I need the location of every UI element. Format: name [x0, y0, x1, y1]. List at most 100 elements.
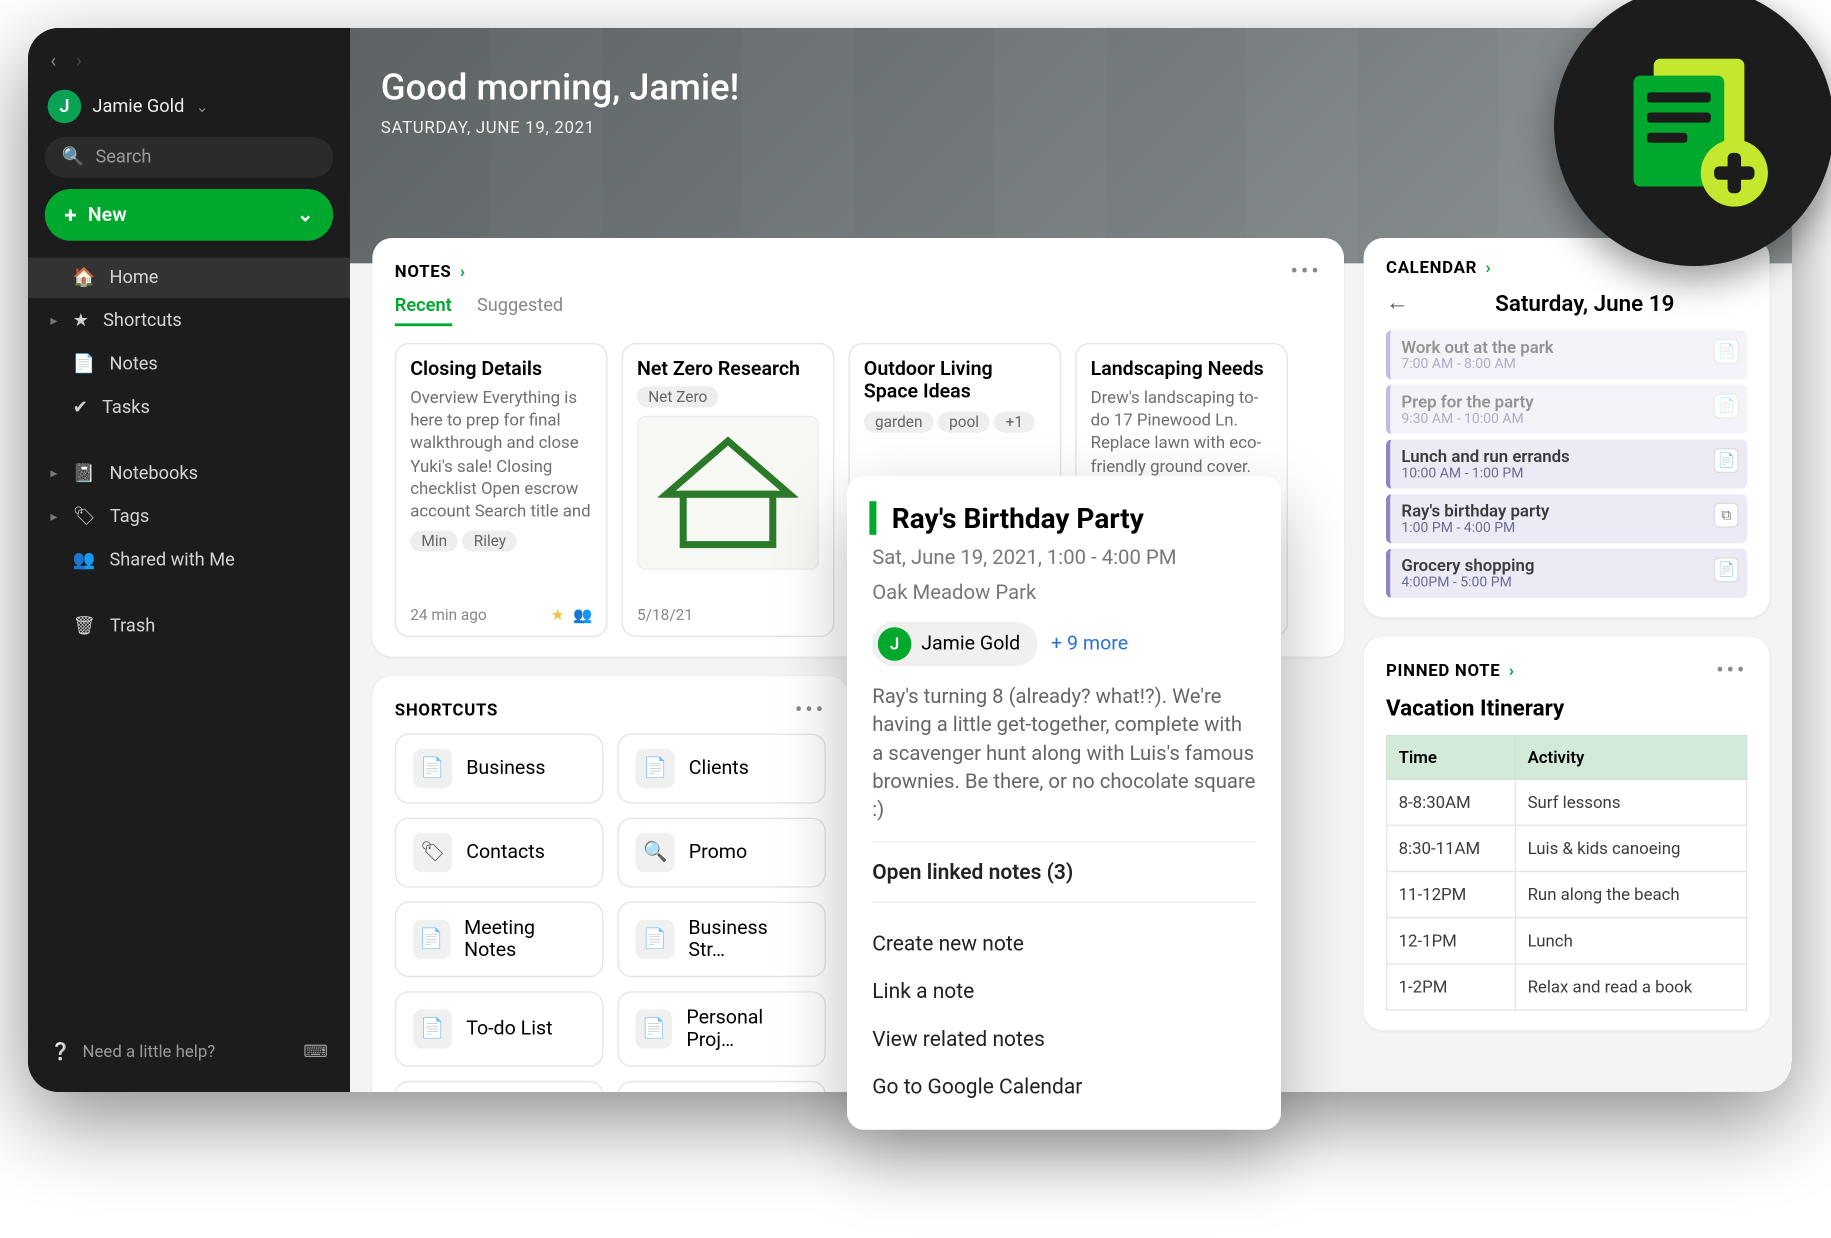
more-attendees-link[interactable]: + 9 more	[1051, 633, 1128, 655]
pinned-note-title: Vacation Itinerary	[1386, 694, 1747, 721]
popup-action[interactable]: View related notes	[872, 1016, 1256, 1064]
popup-action[interactable]: Go to Google Calendar	[872, 1063, 1256, 1111]
shortcut-item[interactable]: 🏷 Contacts	[395, 818, 604, 888]
calendar-event[interactable]: Ray's birthday party1:00 PM - 4:00 PM⧉	[1386, 494, 1747, 543]
tag-icon: 🏷	[413, 833, 452, 872]
chevron-right-icon: ›	[1485, 258, 1491, 278]
calendar-date: Saturday, June 19	[1422, 289, 1747, 316]
event-time: 9:30 AM - 10:00 AM	[1401, 412, 1736, 427]
calendar-back-icon[interactable]: ←	[1386, 288, 1408, 316]
shortcuts-title: SHORTCUTS	[395, 699, 498, 719]
shortcut-item[interactable]: 📄To-do List	[395, 991, 604, 1067]
open-linked-notes-button[interactable]: Open linked notes (3)	[872, 860, 1256, 885]
tab-recent[interactable]: Recent	[395, 295, 452, 326]
event-popup: Ray's Birthday Party Sat, June 19, 2021,…	[847, 476, 1281, 1130]
nav-tasks[interactable]: ✔Tasks	[28, 388, 350, 429]
shortcut-item[interactable]: 📄 Clients	[617, 734, 826, 804]
avatar: J	[48, 90, 82, 124]
nav-forward-icon[interactable]: ›	[76, 50, 82, 72]
note-body: Overview Everything is here to prep for …	[410, 386, 592, 522]
shortcut-item[interactable]: 📄Business	[395, 734, 604, 804]
add-note-icon	[1610, 42, 1778, 210]
event-note-icon[interactable]: 📄	[1714, 393, 1739, 418]
star-icon: ★	[551, 606, 565, 624]
note-meta: 24 min ago	[410, 606, 487, 624]
popup-action[interactable]: Create new note	[872, 920, 1256, 968]
shortcut-label: Business Str…	[688, 917, 807, 962]
event-note-icon[interactable]: 📄	[1714, 339, 1739, 364]
note-icon: 📄	[636, 749, 675, 788]
shortcut-item[interactable]: 📄Personal Proj…	[617, 991, 826, 1067]
home-icon: 🏠	[73, 267, 96, 288]
note-icon: 📄	[636, 920, 675, 959]
greeting-text: Good morning, Jamie!	[381, 67, 1761, 109]
table-row: 1-2PMRelax and read a book	[1387, 964, 1747, 1010]
event-note-icon[interactable]: 📄	[1714, 557, 1739, 582]
tag-icon: 🏷	[73, 507, 96, 528]
nav-notebooks[interactable]: ▸📓Notebooks	[28, 454, 350, 495]
event-time: 10:00 AM - 1:00 PM	[1401, 466, 1736, 481]
shortcut-label: Contacts	[466, 841, 545, 863]
profile-row[interactable]: J Jamie Gold ⌄	[28, 90, 350, 138]
shortcut-item[interactable]: 📄Meeting Notes	[395, 902, 604, 978]
keyboard-icon[interactable]: ⌨	[303, 1042, 327, 1062]
nav-notes[interactable]: 📄Notes	[28, 344, 350, 385]
pinned-title[interactable]: PINNED NOTE›	[1386, 660, 1515, 680]
event-note-icon[interactable]: ⧉	[1714, 503, 1739, 528]
more-icon[interactable]: •••	[1291, 258, 1322, 285]
add-note-badge[interactable]	[1554, 0, 1831, 266]
event-title: Work out at the park	[1401, 337, 1736, 357]
note-tag: pool	[938, 412, 990, 433]
note-card[interactable]: Closing DetailsOverview Everything is he…	[395, 343, 608, 637]
nav-tags[interactable]: ▸🏷Tags	[28, 497, 350, 538]
shortcut-item[interactable]: 🔍 Promo	[617, 818, 826, 888]
star-icon: ★	[73, 311, 89, 332]
nav-shared[interactable]: 👥Shared with Me	[28, 540, 350, 581]
note-tag: +1	[994, 412, 1034, 433]
table-row: 8-8:30AMSurf lessons	[1387, 779, 1747, 825]
search-input[interactable]: 🔍 Search	[45, 137, 333, 178]
note-card[interactable]: Net Zero ResearchNet Zero5/18/21	[622, 343, 835, 637]
table-row: 12-1PMLunch	[1387, 918, 1747, 964]
shortcut-label: Promo	[689, 841, 747, 863]
table-row: 11-12PMRun along the beach	[1387, 872, 1747, 918]
nav-back-icon[interactable]: ‹	[50, 50, 56, 72]
shortcut-item[interactable]: 🔍Maui	[395, 1081, 604, 1092]
help-link[interactable]: ❔Need a little help? ⌨	[28, 1028, 350, 1076]
calendar-event[interactable]: Work out at the park7:00 AM - 8:00 AM📄	[1386, 330, 1747, 379]
search-icon: 🔍	[636, 833, 675, 872]
nav-arrows: ‹ ›	[28, 45, 350, 90]
chevron-right-icon: ›	[460, 261, 466, 281]
popup-description: Ray's turning 8 (already? what!?). We're…	[872, 683, 1256, 825]
calendar-title[interactable]: CALENDAR›	[1386, 258, 1491, 278]
calendar-event[interactable]: Grocery shopping4:00PM - 5:00 PM📄	[1386, 549, 1747, 598]
event-time: 4:00PM - 5:00 PM	[1401, 575, 1736, 590]
calendar-event[interactable]: Lunch and run errands10:00 AM - 1:00 PM📄	[1386, 440, 1747, 489]
more-icon[interactable]: •••	[1716, 657, 1747, 684]
event-note-icon[interactable]: 📄	[1714, 448, 1739, 473]
sidebar: ‹ › J Jamie Gold ⌄ 🔍 Search +New ⌄ 🏠Home…	[28, 28, 350, 1092]
nav-shortcuts[interactable]: ▸★Shortcuts	[28, 301, 350, 342]
shortcut-label: Meeting Notes	[464, 917, 585, 962]
popup-action[interactable]: Link a note	[872, 968, 1256, 1016]
nav-trash[interactable]: 🗑Trash	[28, 606, 350, 647]
table-header: Time	[1387, 736, 1516, 779]
event-time: 7:00 AM - 8:00 AM	[1401, 357, 1736, 372]
popup-datetime: Sat, June 19, 2021, 1:00 - 4:00 PM	[872, 546, 1256, 570]
attendee-pill[interactable]: JJamie Gold	[872, 622, 1037, 667]
tab-suggested[interactable]: Suggested	[477, 295, 563, 326]
notes-title[interactable]: NOTES›	[395, 261, 466, 281]
shortcut-item[interactable]: 📄 Business Str…	[617, 902, 826, 978]
note-tag: Riley	[463, 531, 518, 552]
new-button[interactable]: +New ⌄	[45, 189, 333, 241]
shortcut-item[interactable]: 🏷Leads	[617, 1081, 826, 1092]
note-icon: 📄	[413, 749, 452, 788]
more-icon[interactable]: •••	[795, 696, 826, 723]
event-title: Lunch and run errands	[1401, 447, 1736, 467]
shortcut-label: Clients	[689, 757, 749, 779]
note-tag: garden	[864, 412, 934, 433]
event-time: 1:00 PM - 4:00 PM	[1401, 521, 1736, 536]
calendar-event[interactable]: Prep for the party9:30 AM - 10:00 AM📄	[1386, 385, 1747, 434]
note-title: Outdoor Living Space Ideas	[864, 358, 1046, 403]
nav-home[interactable]: 🏠Home	[28, 258, 350, 299]
